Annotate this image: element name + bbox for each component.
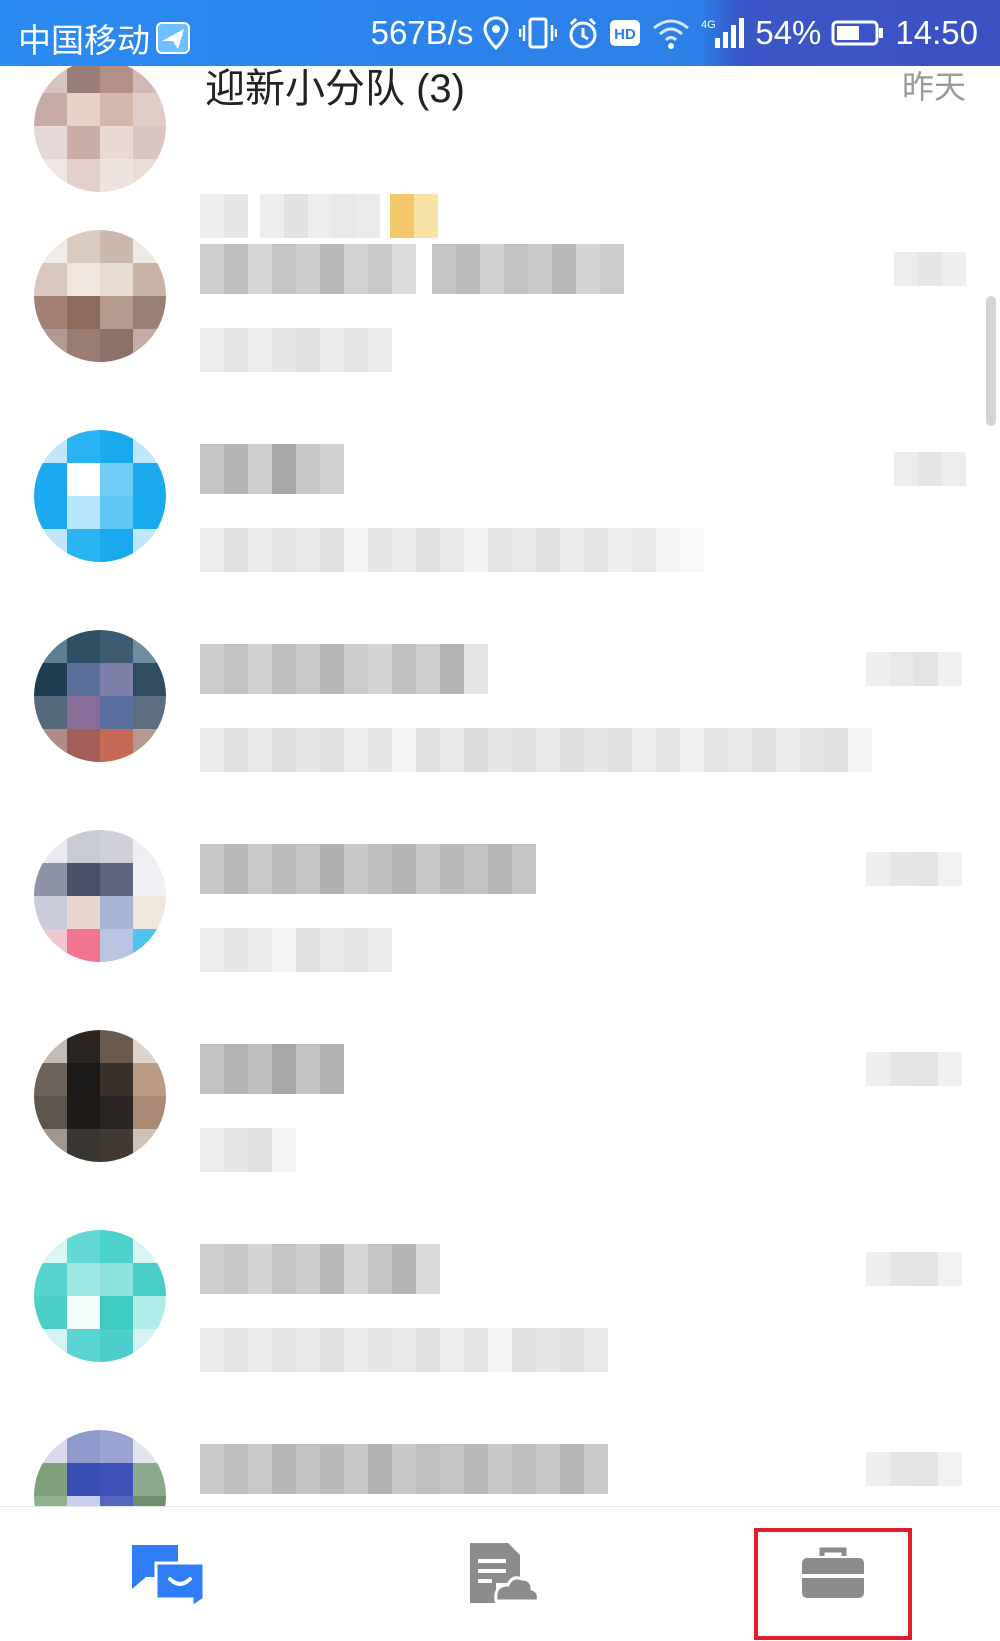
chat-time-blurred: [866, 1452, 966, 1486]
chat-preview-blurred: [200, 328, 392, 372]
chat-item[interactable]: [0, 800, 1000, 1000]
chat-time: 昨天: [901, 69, 966, 105]
svg-text:HD: HD: [615, 26, 637, 43]
battery-icon: [831, 20, 884, 46]
avatar: [34, 1030, 166, 1162]
docs-cloud-icon: [470, 1543, 540, 1603]
chat-item[interactable]: [0, 400, 1000, 600]
hd-icon: HD: [610, 20, 641, 46]
status-bar: 中国移动 567B/s HD 4G 54% 14:50: [0, 0, 1000, 66]
avatar: [34, 430, 166, 562]
chat-time-blurred: [894, 252, 966, 286]
network-type: 4G: [701, 19, 716, 31]
chat-name-blurred: [200, 244, 624, 294]
chat-time-blurred: [866, 1052, 966, 1086]
highlight-box: [754, 1528, 912, 1640]
chat-item[interactable]: [0, 1200, 1000, 1400]
wifi-icon: [653, 19, 690, 49]
avatar: [34, 630, 166, 762]
vibrate-icon: [519, 17, 558, 49]
messages-icon: [132, 1545, 206, 1607]
chat-name-blurred: [200, 644, 488, 694]
network-speed: 567B/s: [370, 14, 474, 51]
chat-time-blurred: [866, 1252, 966, 1286]
avatar: [34, 66, 166, 192]
avatar: [34, 1430, 166, 1506]
chat-preview-blurred: [200, 928, 392, 972]
alarm-icon: [569, 17, 597, 49]
chat-list[interactable]: 迎新小分队 (3) 昨天: [0, 66, 1000, 1506]
chat-name-blurred: [200, 1444, 608, 1494]
cellular-signal-icon: 4G: [701, 18, 745, 48]
location-icon: [483, 16, 509, 50]
chat-name-blurred: [200, 444, 344, 494]
chat-name-blurred: [200, 844, 536, 894]
chat-preview-blurred: [200, 528, 704, 572]
chat-name-blurred: [200, 1244, 440, 1294]
chat-name-blurred: [200, 1044, 344, 1094]
chat-item[interactable]: [0, 200, 1000, 400]
app-notification-icon: [156, 22, 190, 54]
nav-tab-docs[interactable]: [400, 1507, 600, 1641]
chat-item[interactable]: [0, 1400, 1000, 1506]
avatar: [34, 1230, 166, 1362]
avatar: [34, 230, 166, 362]
chat-time-blurred: [866, 652, 966, 686]
avatar: [34, 830, 166, 962]
chat-time-blurred: [866, 852, 966, 886]
chat-item[interactable]: [0, 1000, 1000, 1200]
chat-name: 迎新小分队 (3): [205, 67, 465, 111]
battery-percent: 54%: [755, 14, 822, 51]
clock: 14:50: [895, 14, 978, 51]
chat-item[interactable]: [0, 600, 1000, 800]
chat-preview-blurred: [200, 1128, 296, 1172]
chat-time-blurred: [894, 452, 966, 486]
chat-preview-blurred: [200, 1328, 608, 1372]
carrier-label: 中国移动: [18, 22, 150, 59]
chat-preview-blurred: [200, 728, 872, 772]
scrollbar-thumb[interactable]: [986, 296, 996, 426]
chat-item[interactable]: 迎新小分队 (3) 昨天: [0, 66, 1000, 238]
nav-tab-messages[interactable]: [66, 1507, 266, 1641]
